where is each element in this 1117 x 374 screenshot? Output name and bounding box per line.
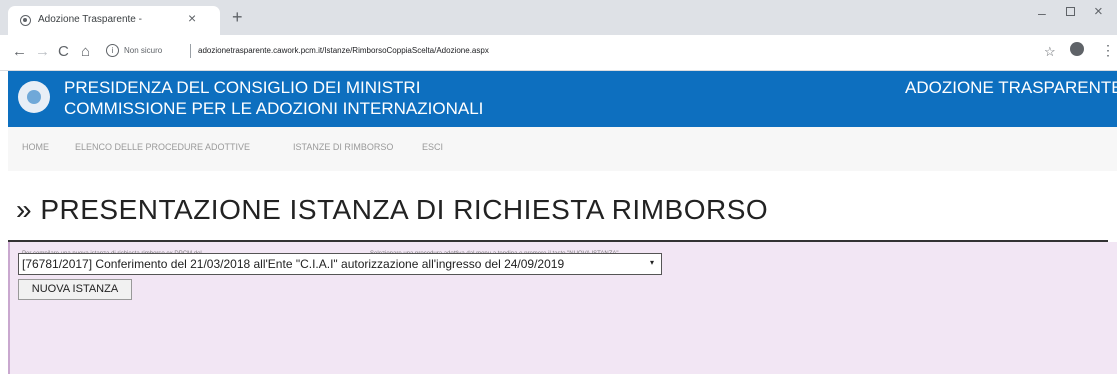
minimize-icon[interactable]: – <box>1038 5 1046 21</box>
government-emblem-logo <box>18 81 50 113</box>
address-url[interactable]: adozionetrasparente.cawork.pcm.it/Istanz… <box>198 46 489 55</box>
header-title-line2: COMMISSIONE PER LE ADOZIONI INTERNAZIONA… <box>64 99 484 118</box>
back-icon[interactable]: ← <box>12 43 27 60</box>
tab-title: Adozione Trasparente - <box>38 14 142 25</box>
site-nav: HOME ELENCO DELLE PROCEDURE ADOTTIVE IST… <box>8 127 1117 171</box>
procedure-select-value: [76781/2017] Conferimento del 21/03/2018… <box>22 257 565 271</box>
site-name: ADOZIONE TRASPARENTE <box>905 78 1117 97</box>
bookmark-star-icon[interactable]: ☆ <box>1044 44 1056 60</box>
reload-icon[interactable]: C <box>58 43 69 60</box>
panel-left-border <box>8 242 10 374</box>
page-title: » PRESENTAZIONE ISTANZA DI RICHIESTA RIM… <box>16 194 769 225</box>
nav-istanze-rimborso[interactable]: ISTANZE DI RIMBORSO <box>293 142 393 152</box>
new-tab-icon[interactable]: + <box>232 7 243 28</box>
nuova-istanza-button[interactable]: NUOVA ISTANZA <box>18 279 132 300</box>
site-header: PRESIDENZA DEL CONSIGLIO DEI MINISTRI CO… <box>8 71 1117 127</box>
procedure-select[interactable]: [76781/2017] Conferimento del 21/03/2018… <box>18 253 662 275</box>
close-window-icon[interactable]: × <box>1094 3 1103 20</box>
address-separator <box>190 44 191 58</box>
nav-home[interactable]: HOME <box>22 142 49 152</box>
nav-procedure-adottive[interactable]: ELENCO DELLE PROCEDURE ADOTTIVE <box>75 142 250 152</box>
browser-tab-bar: Adozione Trasparente - × + – × <box>0 0 1117 35</box>
forward-icon[interactable]: → <box>35 43 50 60</box>
globe-icon <box>20 15 31 26</box>
nav-esci[interactable]: ESCI <box>422 142 443 152</box>
browser-tab[interactable]: Adozione Trasparente - × <box>8 6 220 35</box>
close-tab-icon[interactable]: × <box>188 10 196 26</box>
header-title-line1: PRESIDENZA DEL CONSIGLIO DEI MINISTRI <box>64 78 421 97</box>
browser-toolbar: ← → C ⌂ i Non sicuro adozionetrasparente… <box>0 35 1117 71</box>
home-icon[interactable]: ⌂ <box>81 43 90 60</box>
address-bar[interactable]: i Non sicuro adozionetrasparente.cawork.… <box>104 42 1004 64</box>
profile-icon[interactable] <box>1070 42 1084 56</box>
security-label: Non sicuro <box>124 46 163 55</box>
chevron-down-icon[interactable]: ▾ <box>650 258 654 267</box>
browser-menu-icon[interactable]: ⋮ <box>1101 42 1115 59</box>
info-icon[interactable]: i <box>106 44 119 57</box>
maximize-icon[interactable] <box>1066 7 1075 16</box>
